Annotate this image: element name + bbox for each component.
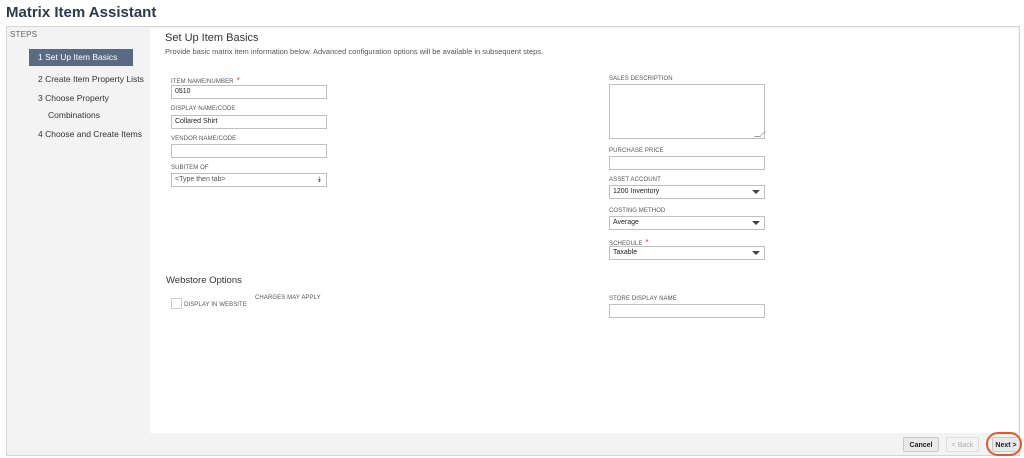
dropdown-arrow-icon[interactable] — [752, 221, 760, 225]
footer-bar — [150, 433, 1018, 455]
costing-method-label: COSTING METHOD — [609, 208, 666, 214]
steps-header: STEPS — [10, 30, 38, 39]
back-button[interactable]: < Back — [946, 437, 979, 452]
item-name-input[interactable]: 0510 — [171, 85, 327, 99]
store-display-name-label: STORE DISPLAY NAME — [609, 296, 677, 302]
cancel-button[interactable]: Cancel — [903, 437, 939, 452]
costing-method-select[interactable]: Average — [609, 216, 765, 230]
app-title: Matrix Item Assistant — [6, 4, 157, 21]
sales-description-textarea[interactable] — [609, 84, 766, 139]
asset-account-select[interactable]: 1200 Inventory — [609, 185, 765, 199]
required-marker: * — [236, 76, 240, 85]
display-in-website-label: DISPLAY IN WEBSITE — [184, 302, 247, 308]
schedule-select[interactable]: Taxable — [609, 246, 765, 260]
vendor-name-label: VENDOR NAME/CODE — [171, 136, 237, 142]
step-create-item-property-lists[interactable]: 2 Create Item Property Lists — [38, 74, 144, 84]
resize-grip-icon[interactable] — [754, 131, 766, 137]
step-choose-property-combinations[interactable]: Combinations — [48, 110, 100, 120]
display-name-input[interactable]: Collared Shirt — [171, 115, 327, 129]
dropdown-arrow-icon[interactable] — [752, 251, 760, 255]
subitem-of-placeholder: <Type then tab> — [175, 176, 226, 183]
page-description: Provide basic matrix item information be… — [165, 47, 544, 56]
double-chevron-down-icon[interactable]: ⯯ — [317, 174, 322, 186]
subitem-of-label: SUBITEM OF — [171, 165, 209, 171]
vendor-name-input[interactable] — [171, 144, 327, 158]
asset-account-label: ASSET ACCOUNT — [609, 177, 661, 183]
store-display-name-input[interactable] — [609, 304, 765, 318]
charges-may-apply-note: CHARGES MAY APPLY — [255, 295, 321, 301]
dropdown-arrow-icon[interactable] — [752, 190, 760, 194]
step-set-up-item-basics[interactable]: 1 Set Up Item Basics — [29, 49, 133, 66]
purchase-price-label: PURCHASE PRICE — [609, 148, 664, 154]
display-name-label: DISPLAY NAME/CODE — [171, 106, 236, 112]
purchase-price-input[interactable] — [609, 156, 765, 170]
sales-description-label: SALES DESCRIPTION — [609, 76, 673, 82]
step-choose-property[interactable]: 3 Choose Property — [38, 93, 109, 103]
page-title: Set Up Item Basics — [165, 32, 259, 44]
webstore-options-title: Webstore Options — [166, 275, 242, 286]
step-choose-and-create-items[interactable]: 4 Choose and Create Items — [38, 129, 142, 139]
subitem-of-input[interactable]: <Type then tab> ⯯ — [171, 173, 327, 187]
next-button-highlight-ring — [986, 432, 1022, 456]
display-in-website-checkbox[interactable] — [171, 298, 182, 309]
item-name-label: ITEM NAME/NUMBER * — [171, 76, 240, 85]
